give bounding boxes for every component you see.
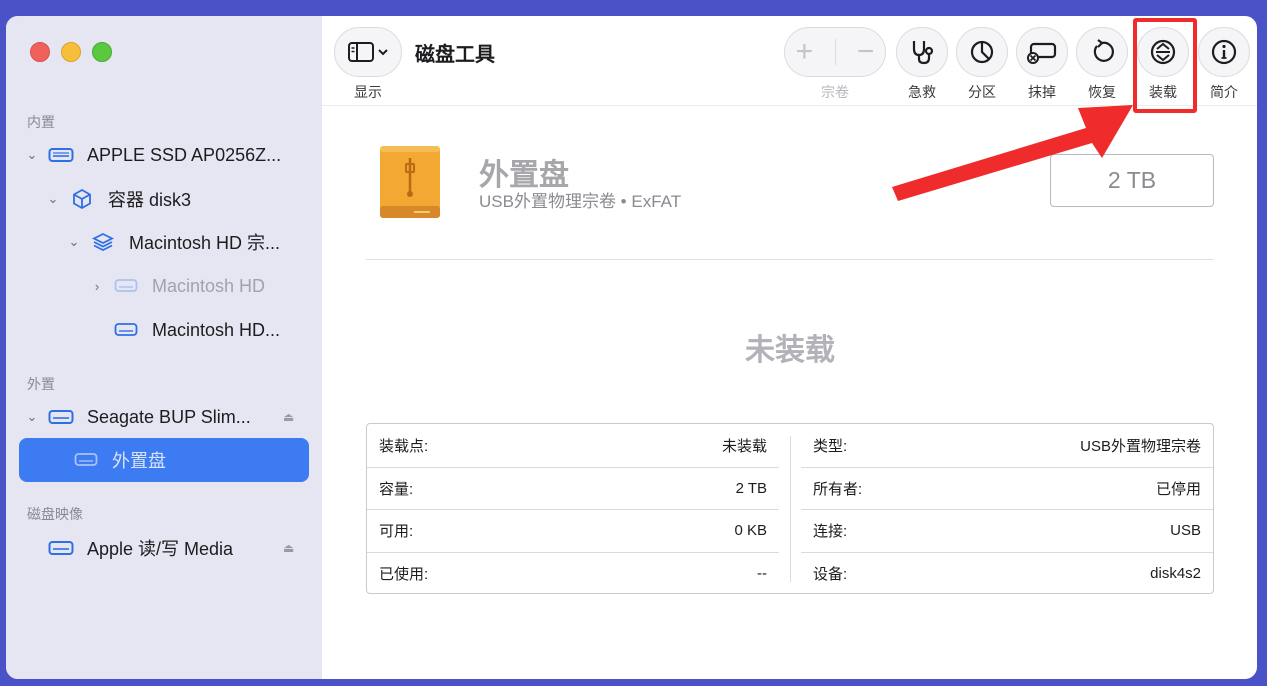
disk-utility-window: 内置 ⌄ APPLE SSD AP0256Z... ⌄ 容器 disk3 ⌄ M…	[6, 16, 1257, 679]
pointer-arrow-annotation	[892, 105, 1133, 201]
